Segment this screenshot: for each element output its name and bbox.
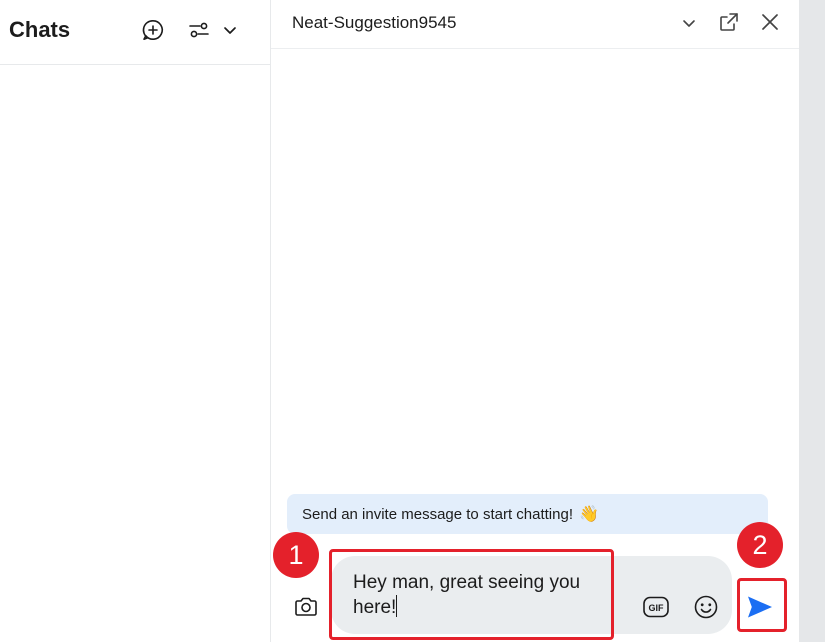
collapse-chat-button[interactable]	[676, 10, 702, 36]
filter-sliders-icon	[189, 22, 209, 38]
waving-hand-emoji: 👋	[579, 506, 599, 523]
step2-highlight-box	[737, 578, 787, 632]
step1-badge: 1	[273, 532, 319, 578]
filter-dropdown-button[interactable]	[218, 18, 242, 42]
filter-button[interactable]	[184, 15, 214, 45]
sidebar-header: Chats	[0, 0, 270, 65]
chat-header: Neat-Suggestion9545	[271, 0, 799, 49]
chevron-down-icon	[683, 20, 695, 27]
pop-out-button[interactable]	[715, 8, 743, 36]
gif-button[interactable]: GIF	[641, 592, 671, 622]
contact-name: Neat-Suggestion9545	[292, 13, 457, 32]
emoji-button[interactable]	[691, 592, 721, 622]
chevron-down-icon	[224, 27, 236, 34]
step2-badge: 2	[737, 522, 783, 568]
step1-highlight-box	[329, 549, 614, 640]
chat-panel: Neat-Suggestion9545 Send an invite messa…	[271, 0, 799, 642]
sidebar-title: Chats	[9, 17, 71, 42]
new-chat-button[interactable]	[138, 15, 168, 45]
invite-banner-text: Send an invite message to start chatting…	[302, 505, 573, 523]
camera-button[interactable]	[291, 592, 321, 622]
camera-icon	[295, 597, 317, 616]
smiley-icon	[694, 595, 718, 619]
close-icon	[762, 14, 778, 30]
window-edge	[799, 0, 825, 642]
gif-label: GIF	[649, 603, 665, 613]
gif-icon: GIF	[643, 596, 669, 618]
pop-out-icon	[720, 13, 738, 31]
close-chat-button[interactable]	[756, 8, 784, 36]
new-chat-icon	[142, 19, 164, 40]
invite-banner: Send an invite message to start chatting…	[287, 494, 768, 534]
sidebar: Chats	[0, 0, 271, 642]
